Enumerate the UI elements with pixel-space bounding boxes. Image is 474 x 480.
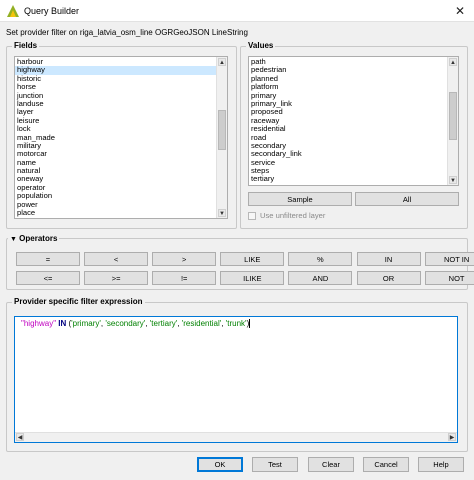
text-caret: [249, 319, 251, 329]
expression-text: "highway" IN ('primary', 'secondary', 't…: [21, 319, 251, 329]
scroll-up-icon[interactable]: ▲: [449, 58, 457, 66]
scroll-up-icon[interactable]: ▲: [218, 58, 226, 66]
list-item[interactable]: junction: [15, 91, 216, 100]
operator-button[interactable]: NOT IN: [424, 252, 474, 266]
list-item[interactable]: leisure: [15, 116, 216, 125]
operator-button[interactable]: ILIKE: [220, 271, 285, 285]
list-item[interactable]: horse: [15, 82, 216, 91]
expression-token: 'trunk': [225, 319, 247, 328]
list-item[interactable]: layer: [15, 107, 216, 116]
operator-button[interactable]: IN: [356, 252, 421, 266]
list-item[interactable]: platform: [249, 82, 447, 91]
list-item[interactable]: residential: [249, 124, 447, 133]
window-title: Query Builder: [24, 6, 80, 16]
list-item[interactable]: man_made: [15, 133, 216, 142]
list-item[interactable]: secondary_link: [249, 149, 447, 158]
list-item[interactable]: planned: [249, 74, 447, 83]
scroll-down-icon[interactable]: ▼: [449, 176, 457, 184]
operator-button[interactable]: OR: [356, 271, 421, 285]
list-item[interactable]: steps: [249, 166, 447, 175]
expression-token: 'tertiary': [149, 319, 178, 328]
collapse-triangle-icon: ▼: [10, 236, 17, 243]
values-list[interactable]: path pedestrian planned platform primary prim…: [248, 56, 459, 186]
operators-toggle[interactable]: ▼ Operators: [8, 234, 60, 243]
expression-hscrollbar[interactable]: ◀ ▶: [15, 432, 457, 442]
close-icon[interactable]: ✕: [452, 3, 468, 19]
operators-group-title: Operators: [19, 234, 58, 243]
operator-button[interactable]: <: [84, 252, 149, 266]
fields-group-title: Fields: [12, 41, 40, 50]
operator-button[interactable]: =: [16, 252, 80, 266]
operator-button[interactable]: <=: [16, 271, 80, 285]
operator-button[interactable]: >: [152, 252, 217, 266]
qgis-logo-icon: [7, 5, 19, 17]
list-item[interactable]: place: [15, 208, 216, 217]
scroll-down-icon[interactable]: ▼: [218, 209, 226, 217]
expression-token: 'secondary': [105, 319, 146, 328]
operator-button[interactable]: %: [288, 252, 353, 266]
fields-list[interactable]: harbour highway historic horse junction landu…: [14, 56, 228, 219]
list-item[interactable]: oneway: [15, 175, 216, 184]
fields-scrollbar[interactable]: ▲ ▼: [216, 57, 227, 218]
scroll-left-icon[interactable]: ◀: [16, 433, 24, 441]
list-item[interactable]: natural: [15, 166, 216, 175]
list-item[interactable]: pedestrian: [249, 65, 447, 74]
cancel-button[interactable]: Cancel: [363, 457, 409, 472]
expression-token: 'residential': [181, 319, 222, 328]
expression-token: "highway": [21, 319, 57, 328]
list-item[interactable]: population: [15, 191, 216, 200]
clear-button[interactable]: Clear: [308, 457, 354, 472]
operator-button[interactable]: LIKE: [220, 252, 285, 266]
dialog-subtitle: Set provider filter on riga_latvia_osm_l…: [6, 28, 248, 37]
values-group-title: Values: [246, 41, 276, 50]
title-bar: Query Builder ✕: [0, 0, 474, 22]
operator-button[interactable]: >=: [84, 271, 149, 285]
sample-button[interactable]: Sample: [248, 192, 352, 206]
scroll-thumb[interactable]: [449, 92, 457, 140]
list-item[interactable]: historic: [15, 74, 216, 83]
list-item[interactable]: name: [15, 158, 216, 167]
scroll-thumb[interactable]: [218, 110, 226, 150]
list-item[interactable]: landuse: [15, 99, 216, 108]
list-item[interactable]: harbour: [15, 57, 216, 66]
values-scrollbar[interactable]: ▲ ▼: [447, 57, 458, 185]
all-button[interactable]: All: [355, 192, 459, 206]
list-item[interactable]: service: [249, 158, 447, 167]
list-item[interactable]: power: [15, 200, 216, 209]
scroll-right-icon[interactable]: ▶: [448, 433, 456, 441]
ok-button[interactable]: OK: [197, 457, 243, 472]
test-button[interactable]: Test: [252, 457, 298, 472]
filter-expression-editor[interactable]: "highway" IN ('primary', 'secondary', 't…: [14, 316, 458, 443]
help-button[interactable]: Help: [418, 457, 464, 472]
operator-button[interactable]: AND: [288, 271, 353, 285]
list-item[interactable]: tertiary: [249, 175, 447, 184]
list-item[interactable]: highway: [15, 65, 216, 75]
expression-group-title: Provider specific filter expression: [12, 297, 145, 306]
use-unfiltered-layer-label: Use unfiltered layer: [260, 211, 326, 220]
expression-token: 'primary': [71, 319, 101, 328]
operator-button[interactable]: NOT: [424, 271, 474, 285]
use-unfiltered-layer-checkbox[interactable]: [248, 212, 256, 220]
operator-button[interactable]: !=: [152, 271, 217, 285]
list-item[interactable]: motorcar: [15, 149, 216, 158]
